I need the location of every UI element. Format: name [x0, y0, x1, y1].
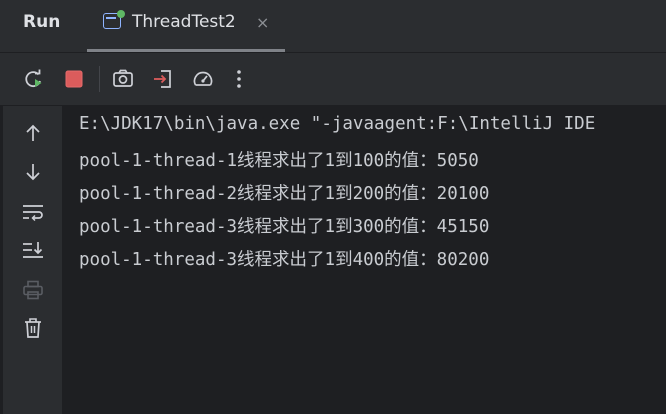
arrow-down-icon	[26, 164, 40, 181]
console-output-line: pool-1-thread-3线程求出了1到400的值：80200	[79, 250, 490, 270]
active-tab-indicator	[87, 49, 285, 52]
scroll-to-end-button[interactable]	[20, 237, 46, 263]
tab-title: ThreadTest2	[132, 12, 236, 32]
tab-threadtest2[interactable]: ThreadTest2 ×	[87, 0, 285, 52]
clear-all-button[interactable]	[20, 315, 46, 341]
console-output-line: pool-1-thread-2线程求出了1到200的值：20100	[79, 184, 490, 204]
running-indicator-icon	[117, 10, 125, 18]
console-output[interactable]: E:\JDK17\bin\java.exe "-javaagent:F:\Int…	[62, 106, 666, 414]
print-button[interactable]	[20, 277, 46, 303]
camera-icon	[113, 69, 133, 87]
scroll-to-end-icon	[23, 242, 43, 258]
exit-button[interactable]	[151, 67, 175, 91]
toolbar-divider	[99, 66, 100, 92]
console-actions-sidebar	[0, 106, 62, 414]
console-output-line: pool-1-thread-3线程求出了1到300的值：45150	[79, 217, 490, 237]
profiler-button[interactable]	[191, 67, 215, 91]
rerun-icon	[25, 69, 42, 88]
print-icon	[23, 280, 43, 300]
stop-icon	[65, 70, 83, 88]
run-toolbar	[0, 53, 666, 105]
soft-wrap-icon	[23, 205, 43, 222]
screenshot-button[interactable]	[111, 67, 135, 91]
gauge-icon	[193, 71, 213, 86]
trash-icon	[25, 318, 41, 338]
console-command-line: E:\JDK17\bin\java.exe "-javaagent:F:\Int…	[79, 114, 596, 134]
window-left-edge	[0, 106, 3, 414]
scroll-up-button[interactable]	[20, 120, 46, 146]
soft-wrap-button[interactable]	[20, 199, 46, 225]
close-tab-icon[interactable]: ×	[256, 13, 269, 32]
tool-window-header: Run ThreadTest2 ×	[0, 0, 666, 53]
arrow-up-icon	[26, 124, 40, 141]
stop-button[interactable]	[62, 67, 86, 91]
exit-icon	[154, 70, 171, 88]
rerun-button[interactable]	[22, 67, 46, 91]
more-icon	[237, 70, 241, 88]
run-tool-window-title: Run	[23, 12, 61, 32]
console-output-line: pool-1-thread-1线程求出了1到100的值：5050	[79, 151, 479, 171]
more-options-button[interactable]	[227, 67, 251, 91]
scroll-down-button[interactable]	[20, 159, 46, 185]
